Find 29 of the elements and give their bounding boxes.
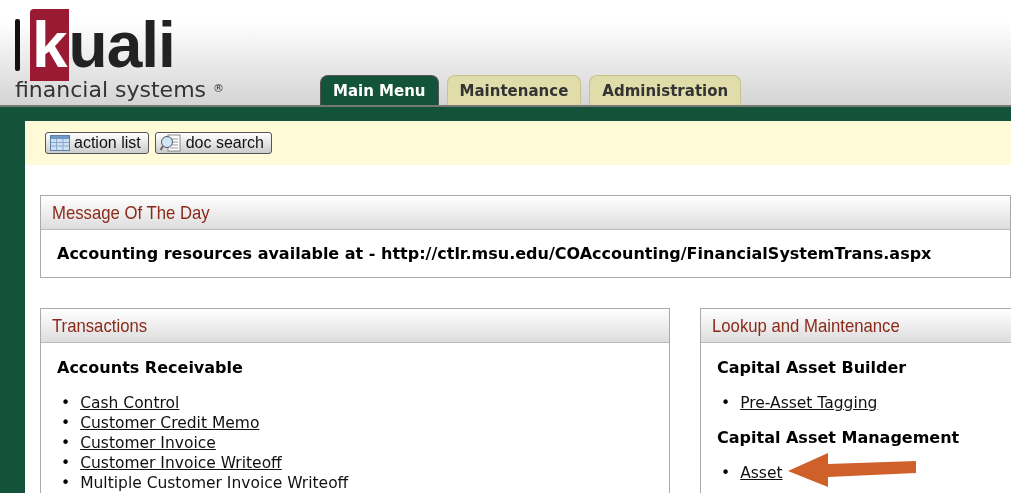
tab[interactable]: Main Menu bbox=[320, 75, 439, 105]
bullet: • bbox=[61, 453, 71, 473]
group-heading: Accounts Receivable bbox=[57, 358, 244, 378]
menu-link[interactable]: Pre-Asset Tagging bbox=[740, 393, 878, 413]
menu-link[interactable]: Customer Credit Memo bbox=[80, 413, 260, 433]
bullet: • bbox=[61, 413, 71, 433]
tab[interactable]: Maintenance bbox=[446, 75, 582, 105]
doc-search-button[interactable]: doc search bbox=[154, 132, 272, 154]
menu-link[interactable]: Customer Invoice bbox=[80, 433, 216, 453]
menu-link[interactable]: Multiple Customer Invoice Writeoff bbox=[80, 473, 349, 493]
tab[interactable]: Administration bbox=[589, 75, 742, 105]
menu-link[interactable]: Customer Invoice Writeoff bbox=[80, 453, 282, 473]
menu-link[interactable]: Cash Control bbox=[80, 393, 180, 413]
document-search-icon bbox=[159, 134, 182, 152]
logo-tagline: financial systems $^{®}$ bbox=[15, 79, 225, 101]
panel-title: Lookup and Maintenance bbox=[712, 314, 900, 337]
panel-title: Message Of The Day bbox=[52, 201, 210, 224]
menu-link[interactable]: Asset bbox=[740, 463, 783, 483]
bullet: • bbox=[61, 473, 71, 493]
action-list-button[interactable]: action list bbox=[45, 132, 149, 154]
panel-title: Transactions bbox=[52, 314, 148, 337]
bullet: • bbox=[61, 393, 71, 413]
bullet: • bbox=[721, 393, 731, 413]
bullet: • bbox=[721, 463, 731, 483]
group-heading: Capital Asset Management bbox=[717, 428, 961, 448]
message-text: Accounting resources available at - http://ctlr.msu.edu/COAccounting/FinancialSystemTrans.aspx bbox=[56, 243, 933, 265]
bullet: • bbox=[61, 433, 71, 453]
table-icon bbox=[50, 135, 70, 151]
group-heading: Capital Asset Builder bbox=[717, 358, 908, 378]
